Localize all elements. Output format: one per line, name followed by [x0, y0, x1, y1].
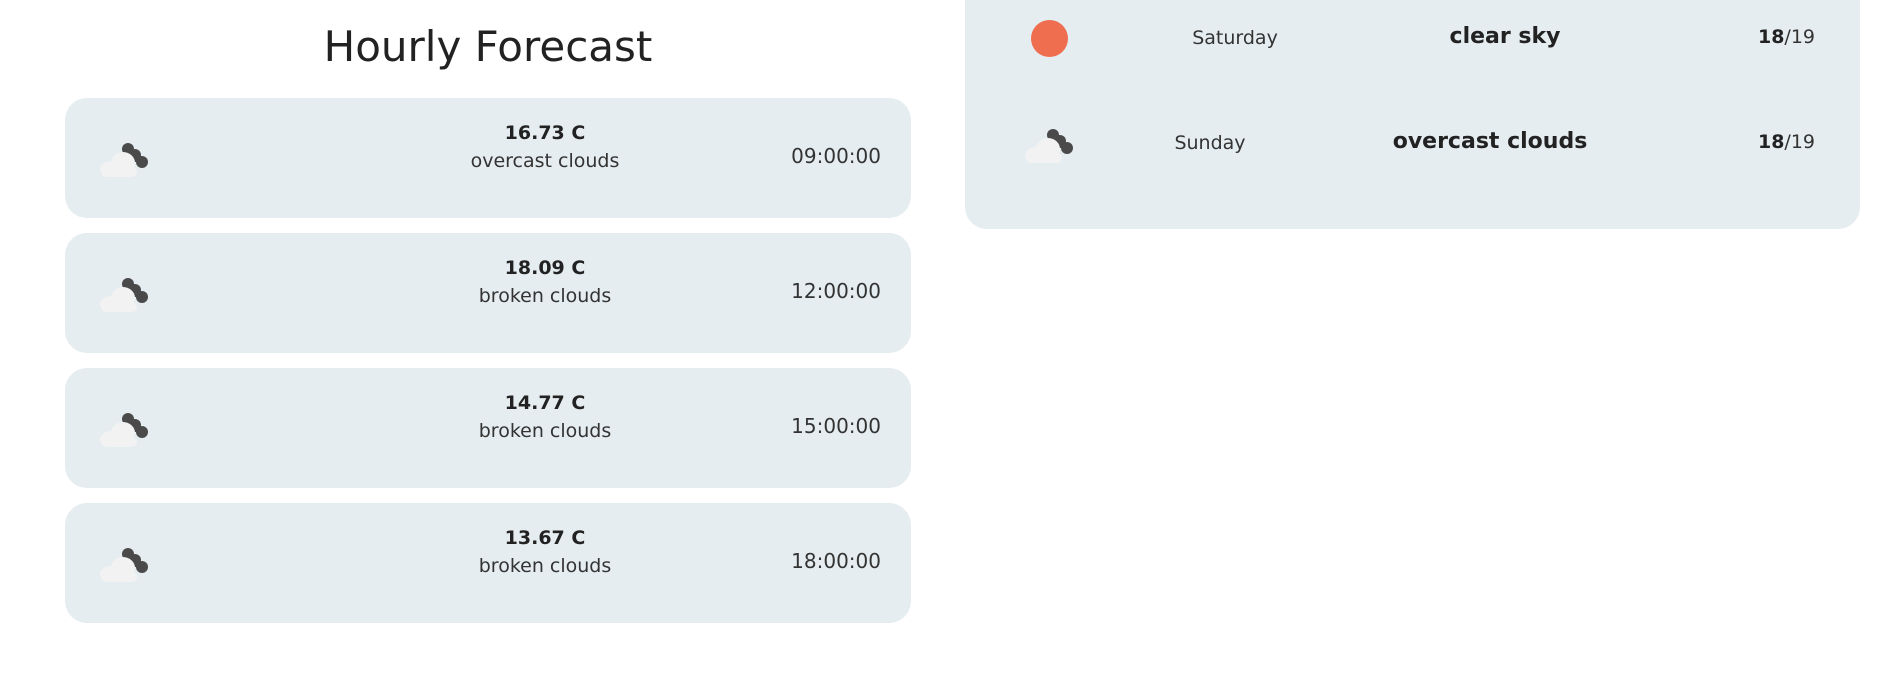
hourly-temperature: 14.77 C: [504, 392, 586, 414]
daily-min-max: 18/19: [1758, 131, 1815, 153]
broken-clouds-icon: [95, 543, 155, 583]
daily-day: Saturday: [1192, 27, 1278, 49]
daily-forecast-panel: Saturday clear sky 18/19 Sunday overcast…: [965, 0, 1860, 229]
hourly-time: 15:00:00: [791, 414, 881, 438]
daily-min-temp: 18: [1757, 131, 1785, 153]
hourly-time: 18:00:00: [791, 549, 881, 573]
hourly-forecast-card: 16.73 C overcast clouds 09:00:00: [65, 98, 911, 218]
hourly-forecast-card: 18.09 C broken clouds 12:00:00: [65, 233, 911, 353]
daily-min-temp: 18: [1757, 26, 1785, 48]
hourly-time: 12:00:00: [791, 279, 881, 303]
broken-clouds-icon: [95, 138, 155, 178]
daily-condition: overcast clouds: [1392, 129, 1588, 154]
daily-condition: clear sky: [1449, 24, 1561, 49]
hourly-time: 09:00:00: [791, 144, 881, 168]
daily-forecast-row: Sunday overcast clouds 18/19: [965, 114, 1860, 174]
broken-clouds-icon: [1020, 124, 1080, 164]
hourly-description: broken clouds: [478, 285, 612, 307]
daily-min-max: 18/19: [1758, 26, 1815, 48]
hourly-forecast-title: Hourly Forecast: [323, 22, 653, 71]
broken-clouds-icon: [95, 408, 155, 448]
hourly-description: broken clouds: [478, 555, 612, 577]
daily-max-temp: /19: [1784, 26, 1815, 48]
hourly-description: overcast clouds: [470, 150, 620, 172]
hourly-forecast-card: 14.77 C broken clouds 15:00:00: [65, 368, 911, 488]
hourly-temperature: 18.09 C: [504, 257, 586, 279]
hourly-description: broken clouds: [478, 420, 612, 442]
hourly-temperature: 16.73 C: [504, 122, 586, 144]
hourly-temperature: 13.67 C: [504, 527, 586, 549]
broken-clouds-icon: [95, 273, 155, 313]
daily-day: Sunday: [1174, 132, 1246, 154]
hourly-forecast-card: 13.67 C broken clouds 18:00:00: [65, 503, 911, 623]
daily-forecast-row: Saturday clear sky 18/19: [965, 9, 1860, 69]
daily-max-temp: /19: [1784, 131, 1815, 153]
sun-icon: [1020, 19, 1080, 59]
